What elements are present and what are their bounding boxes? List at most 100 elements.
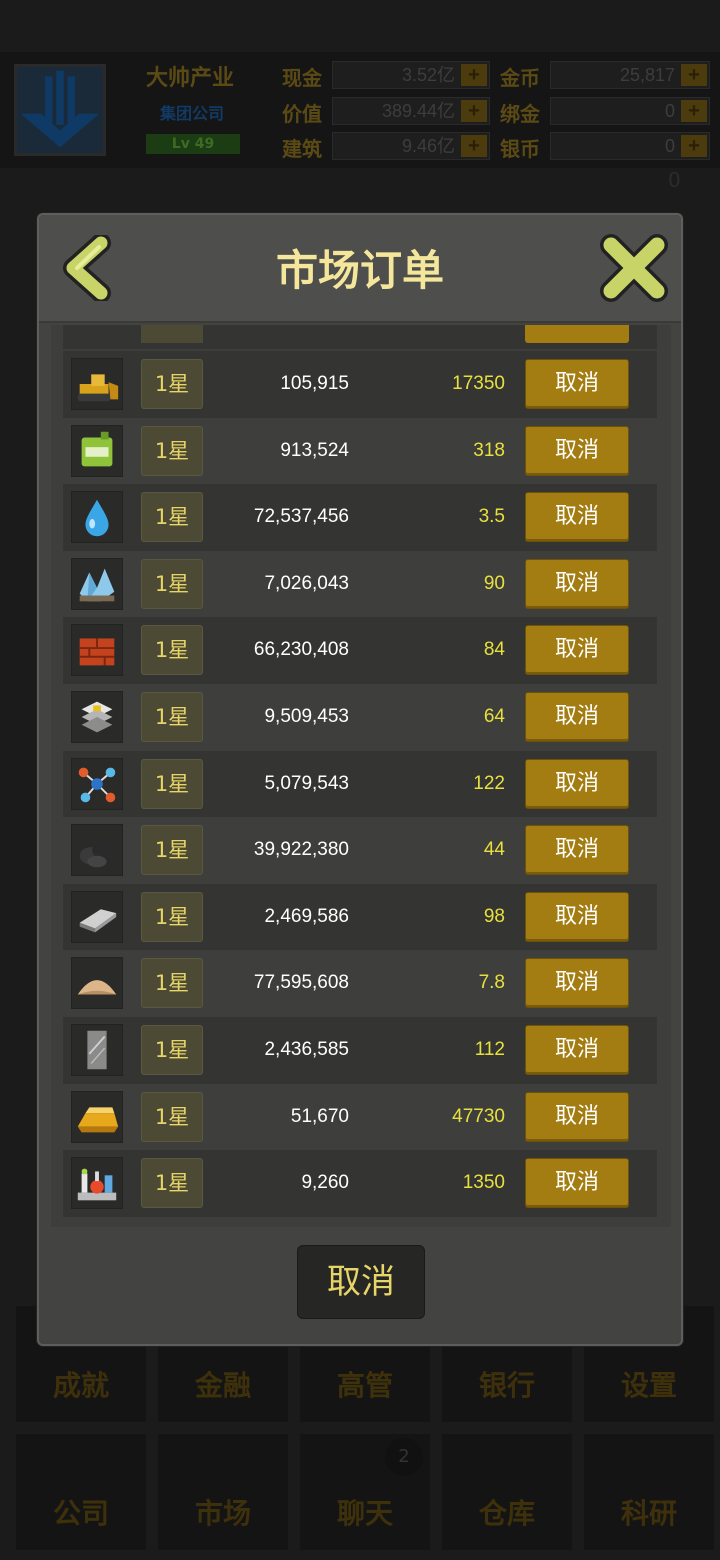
order-price: 98 bbox=[483, 905, 505, 927]
molecule-icon bbox=[71, 757, 123, 810]
add-building-button[interactable]: + bbox=[461, 135, 487, 157]
order-price: 112 bbox=[474, 1039, 505, 1060]
order-row: 1星 9,509,453 64 取消 bbox=[63, 684, 657, 751]
star-grade-badge: 1星 bbox=[141, 692, 203, 742]
stat-gold: 25,817 + bbox=[550, 61, 710, 89]
order-quantity: 39,922,380 bbox=[253, 839, 349, 861]
order-row: 1星 9,260 1350 取消 bbox=[63, 1150, 657, 1217]
order-quantity: 105,915 bbox=[280, 373, 349, 394]
cancel-order-button[interactable]: 取消 bbox=[525, 425, 629, 476]
star-grade-badge: 1星 bbox=[141, 758, 203, 809]
close-button[interactable] bbox=[599, 233, 669, 303]
star-grade-badge: 1星 bbox=[141, 1091, 203, 1142]
order-row: 1星 5,079,543 122 取消 bbox=[63, 750, 657, 818]
order-price: 47730 bbox=[452, 1105, 505, 1127]
chat-badge: 2 bbox=[385, 1438, 423, 1476]
order-row: 1星 2,469,586 98 取消 bbox=[63, 883, 657, 951]
order-quantity: 2,469,586 bbox=[264, 905, 349, 927]
dialog-cancel-button[interactable]: 取消 bbox=[297, 1245, 425, 1319]
stat-silver: 0 + bbox=[550, 132, 710, 160]
cancel-order-button[interactable]: 取消 bbox=[525, 758, 629, 809]
star-grade-badge: 1星 bbox=[141, 1158, 203, 1209]
green-canister-icon bbox=[71, 424, 123, 477]
market-orders-dialog: 市场订单 1星 105,915 17350 取消 1星 913,524 318 取消 1星 72,… bbox=[37, 213, 683, 1346]
cancel-order-button[interactable]: 取消 bbox=[525, 692, 629, 742]
order-row: 1星 77,595,608 7.8 取消 bbox=[63, 950, 657, 1017]
order-price: 44 bbox=[483, 839, 505, 861]
cancel-order-button[interactable]: 取消 bbox=[525, 359, 629, 409]
sand-pile-icon bbox=[71, 957, 123, 1010]
level-badge: Lv 49 bbox=[146, 134, 240, 154]
stat-label-bound-gold: 绑金 bbox=[500, 102, 540, 126]
steel-plates-icon bbox=[71, 691, 123, 743]
star-grade-badge: 1星 bbox=[141, 359, 203, 409]
cancel-order-button[interactable]: 取消 bbox=[525, 1158, 629, 1209]
order-quantity: 51,670 bbox=[290, 1105, 349, 1127]
add-bound-gold-button[interactable]: + bbox=[681, 100, 707, 122]
order-row: 1星 39,922,380 44 取消 bbox=[63, 817, 657, 884]
star-grade-badge: 1星 bbox=[141, 825, 203, 876]
nav-research[interactable]: 科研 bbox=[584, 1434, 714, 1550]
close-icon bbox=[600, 234, 668, 302]
star-grade-badge: 1星 bbox=[141, 558, 203, 609]
company-type: 集团公司 bbox=[160, 104, 225, 123]
order-price: 1350 bbox=[462, 1172, 505, 1194]
nav-company[interactable]: 公司 bbox=[16, 1434, 146, 1550]
order-quantity: 9,260 bbox=[301, 1172, 349, 1194]
add-cash-button[interactable]: + bbox=[461, 64, 487, 86]
orders-list[interactable]: 1星 105,915 17350 取消 1星 913,524 318 取消 1星 72,537,4… bbox=[51, 325, 671, 1227]
stat-label-value: 价值 bbox=[282, 102, 322, 126]
order-row: 1星 66,230,408 84 取消 bbox=[63, 617, 657, 684]
coal-icon bbox=[71, 824, 123, 877]
stat-label-silver: 银币 bbox=[500, 137, 540, 161]
company-logo-icon bbox=[20, 70, 100, 148]
company-name: 大帅产业 bbox=[146, 66, 235, 91]
partial-star-badge bbox=[141, 325, 203, 343]
cancel-order-button[interactable]: 取消 bbox=[525, 825, 629, 876]
cancel-order-button[interactable]: 取消 bbox=[525, 1091, 629, 1142]
cancel-order-button[interactable]: 取消 bbox=[525, 891, 629, 942]
order-price: 64 bbox=[483, 706, 505, 727]
cancel-order-button[interactable]: 取消 bbox=[525, 625, 629, 676]
star-grade-badge: 1星 bbox=[141, 891, 203, 942]
star-grade-badge: 1星 bbox=[141, 492, 203, 543]
order-quantity: 77,595,608 bbox=[253, 972, 349, 994]
cancel-order-button[interactable]: 取消 bbox=[525, 958, 629, 1009]
stat-label-gold: 金币 bbox=[500, 66, 540, 90]
dialog-title: 市场订单 bbox=[275, 246, 444, 295]
nav-warehouse[interactable]: 仓库 bbox=[442, 1434, 572, 1550]
order-row: 1星 105,915 17350 取消 bbox=[63, 351, 657, 418]
order-quantity: 7,026,043 bbox=[264, 572, 349, 594]
add-silver-button[interactable]: + bbox=[681, 135, 707, 157]
order-price: 318 bbox=[473, 439, 505, 461]
stat-value: 389.44亿 + bbox=[332, 97, 490, 125]
stat-label-cash: 现金 bbox=[282, 66, 322, 90]
order-row: 1星 913,524 318 取消 bbox=[63, 417, 657, 485]
partial-row bbox=[63, 325, 657, 349]
order-quantity: 9,509,453 bbox=[264, 706, 349, 727]
add-value-button[interactable]: + bbox=[461, 100, 487, 122]
stat-bound-gold: 0 + bbox=[550, 97, 710, 125]
iron-ingot-icon bbox=[71, 890, 123, 943]
add-gold-button[interactable]: + bbox=[681, 64, 707, 86]
order-row: 1星 51,670 47730 取消 bbox=[63, 1083, 657, 1151]
top-counter: 0 bbox=[668, 168, 681, 192]
company-logo[interactable] bbox=[14, 64, 106, 156]
stat-cash: 3.52亿 + bbox=[332, 61, 490, 89]
cancel-order-button[interactable]: 取消 bbox=[525, 558, 629, 609]
star-grade-badge: 1星 bbox=[141, 958, 203, 1009]
partial-cancel-button[interactable] bbox=[525, 325, 629, 343]
stat-building: 9.46亿 + bbox=[332, 132, 490, 160]
order-price: 3.5 bbox=[478, 506, 505, 528]
water-drop-icon bbox=[71, 491, 123, 544]
nav-market[interactable]: 市场 bbox=[158, 1434, 288, 1550]
cancel-order-button[interactable]: 取消 bbox=[525, 1025, 629, 1075]
order-price: 90 bbox=[483, 572, 505, 594]
chemical-lab-icon bbox=[71, 1157, 123, 1210]
cancel-order-button[interactable]: 取消 bbox=[525, 492, 629, 543]
star-grade-badge: 1星 bbox=[141, 425, 203, 476]
order-price: 122 bbox=[473, 772, 505, 794]
gold-bar-icon bbox=[71, 1090, 123, 1143]
order-quantity: 913,524 bbox=[280, 439, 349, 461]
order-price: 7.8 bbox=[478, 972, 505, 994]
